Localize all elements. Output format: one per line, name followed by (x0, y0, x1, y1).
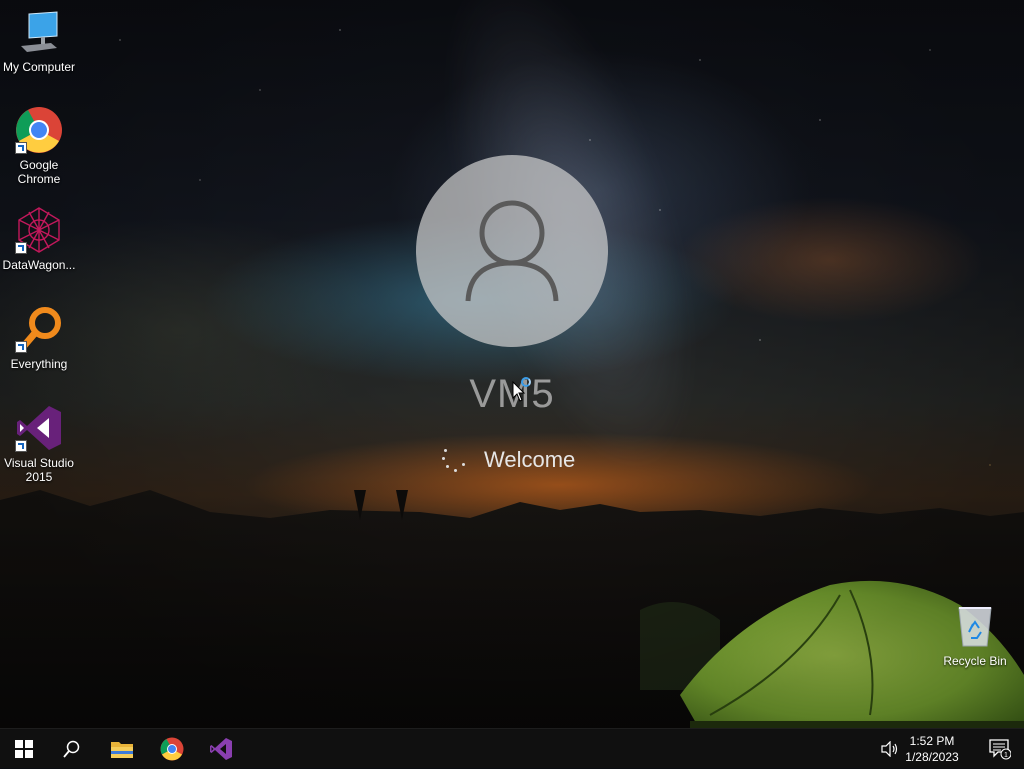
computer-icon (15, 8, 63, 56)
notification-icon: 1 (989, 739, 1011, 760)
notification-count: 1 (1004, 752, 1008, 759)
desktop-icon-label: Google Chrome (17, 158, 61, 186)
everything-search-icon (15, 305, 63, 353)
desktop-icon-label: Recycle Bin (943, 654, 1007, 668)
user-avatar (416, 155, 608, 347)
shortcut-arrow-icon (15, 242, 27, 254)
loading-spinner-icon (440, 443, 474, 477)
desktop-icon-label: Visual Studio 2015 (4, 456, 74, 484)
shortcut-arrow-icon (15, 440, 27, 452)
start-button[interactable] (0, 729, 48, 769)
visual-studio-icon (15, 404, 63, 452)
desktop-icon-label: DataWagon... (2, 258, 76, 272)
user-icon (465, 200, 559, 302)
file-explorer-icon (111, 742, 133, 758)
taskbar-chrome[interactable] (148, 729, 196, 769)
chrome-icon (15, 106, 63, 154)
taskbar: 1:52 PM 1/28/2023 1 (0, 728, 1024, 768)
desktop-icon-everything[interactable]: Everything (0, 305, 78, 371)
visual-studio-icon (210, 738, 232, 760)
clock[interactable]: 1:52 PM 1/28/2023 (898, 733, 966, 765)
volume-icon (881, 741, 898, 757)
windows-start-icon (15, 740, 33, 758)
desktop-icon-visual-studio-2015[interactable]: Visual Studio 2015 (0, 404, 78, 484)
datawagon-icon (15, 206, 63, 254)
taskbar-file-explorer[interactable] (98, 729, 146, 769)
desktop-icon-label: Everything (10, 357, 68, 371)
desktop-icon-my-computer[interactable]: My Computer (0, 8, 78, 74)
welcome-status: Welcome (440, 444, 575, 476)
recycle-bin-icon (951, 602, 999, 650)
search-button[interactable] (48, 729, 96, 769)
busy-indicator-icon (521, 377, 531, 387)
desktop-icon-label: My Computer (2, 60, 76, 74)
taskbar-visual-studio[interactable] (197, 729, 245, 769)
shortcut-arrow-icon (15, 142, 27, 154)
chrome-icon (160, 737, 184, 761)
desktop-icon-recycle-bin[interactable]: Recycle Bin (936, 602, 1014, 668)
clock-time: 1:52 PM (909, 734, 955, 748)
action-center-button[interactable]: 1 (976, 729, 1024, 769)
clock-date: 1/28/2023 (905, 750, 959, 764)
desktop-icon-google-chrome[interactable]: Google Chrome (0, 106, 78, 186)
shortcut-arrow-icon (15, 341, 27, 353)
desktop-wallpaper (0, 0, 1024, 728)
welcome-text: Welcome (484, 447, 576, 472)
vignette (0, 0, 1024, 728)
desktop-icon-datawagon[interactable]: DataWagon... (0, 206, 78, 272)
search-icon (63, 740, 80, 758)
